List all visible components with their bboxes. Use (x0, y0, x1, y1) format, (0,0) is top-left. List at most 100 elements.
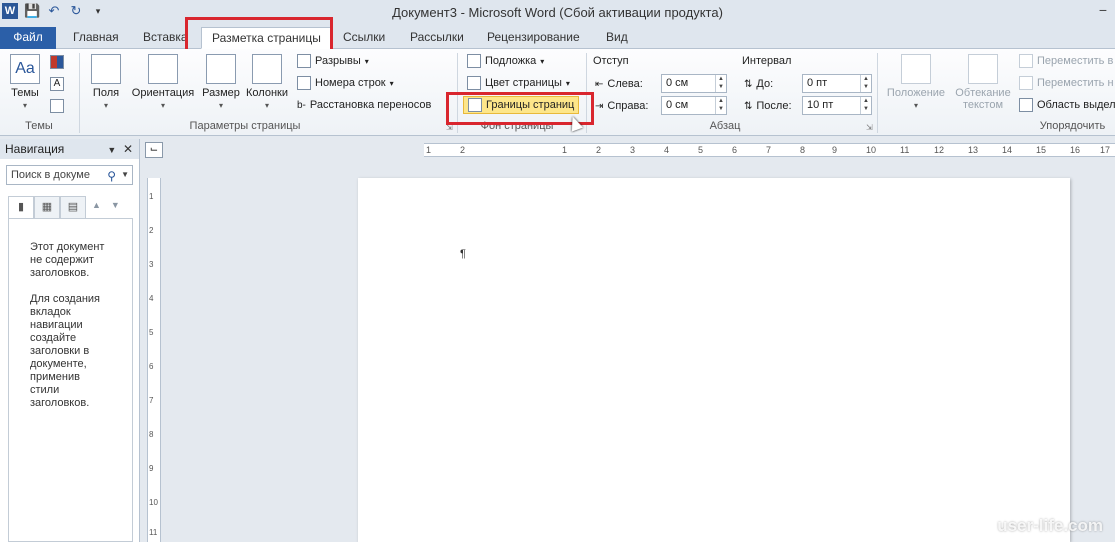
window-controls[interactable]: − (1099, 2, 1107, 18)
prev-icon[interactable]: ▲ (92, 200, 111, 210)
vertical-ruler[interactable]: 1 2 3 4 5 6 7 8 9 10 11 (147, 178, 161, 542)
navigation-pane: Навигация ▼ ✕ Поиск в докуме ⚲ ▼ ▮ ▦ ▤ ▲… (0, 139, 140, 542)
indent-left-input[interactable]: 0 см ▲ ▼ (661, 74, 727, 93)
navigation-controls[interactable]: ▼ ✕ (107, 139, 133, 160)
search-dropdown-icon[interactable]: ▼ (121, 166, 129, 184)
spin-buttons[interactable]: ▲ ▼ (860, 75, 871, 92)
headings-tab-icon[interactable]: ▮ (8, 196, 34, 218)
themes-button[interactable]: Aa Темы ▾ (6, 54, 44, 111)
theme-effects-button[interactable] (50, 97, 64, 115)
watermark-icon (467, 54, 481, 68)
spacing-before-label: ⇅ До: (744, 78, 774, 90)
spin-buttons[interactable]: ▲ ▼ (715, 97, 726, 114)
ruler-tick: 11 (149, 528, 158, 537)
tab-insert[interactable]: Вставка (143, 28, 188, 48)
theme-fonts-button[interactable]: A (50, 75, 64, 93)
indent-left-label: ⇤ Слева: (595, 78, 643, 90)
ruler-tick: 5 (149, 328, 154, 337)
themes-label: Темы (11, 87, 39, 99)
horizontal-ruler[interactable]: 1 2 1 2 3 4 5 6 7 8 9 10 11 12 13 14 15 … (424, 143, 1115, 157)
position-button[interactable]: Положение ▾ (883, 54, 949, 111)
tab-file[interactable]: Файл (0, 27, 56, 49)
ruler-tick: 2 (596, 145, 602, 155)
ruler-tick: 6 (732, 145, 738, 155)
wrap-text-icon (968, 54, 998, 84)
margins-label: Поля (92, 87, 120, 99)
ruler-tick: 11 (900, 145, 910, 155)
spin-buttons[interactable]: ▲ ▼ (860, 97, 871, 114)
ruler-tick: 16 (1070, 145, 1081, 155)
breaks-button[interactable]: Разрывы ▾ (297, 52, 369, 70)
create-headings-hint: Для создания вкладок навигации создайте … (30, 293, 101, 409)
spacing-after-icon: ⇅ (744, 100, 753, 112)
breaks-icon (297, 54, 311, 68)
tab-review[interactable]: Рецензирование (487, 28, 580, 48)
ruler-tick: 13 (968, 145, 979, 155)
size-label: Размер (202, 87, 240, 99)
breaks-label: Разрывы (315, 55, 361, 67)
ruler-tick: 5 (698, 145, 704, 155)
columns-button[interactable]: Колонки ▾ (243, 54, 291, 111)
indent-heading: Отступ (593, 55, 629, 67)
spin-buttons[interactable]: ▲ ▼ (715, 75, 726, 92)
orientation-label: Ориентация (131, 87, 195, 99)
ruler-tick: 9 (149, 464, 154, 473)
search-icon[interactable]: ⚲ (107, 167, 116, 185)
ruler-tick: 9 (832, 145, 838, 155)
ruler-tick: 1 (426, 145, 432, 155)
ruler-tick: 7 (766, 145, 772, 155)
tab-home[interactable]: Главная (73, 28, 119, 48)
watermark-label: Подложка (485, 55, 537, 67)
indent-right-label: ⇥ Справа: (595, 100, 649, 112)
selection-pane-button[interactable]: Область выдел (1019, 96, 1115, 114)
line-numbers-icon (297, 76, 311, 90)
ruler-tick: 8 (149, 430, 154, 439)
theme-colors-button[interactable] (50, 53, 64, 71)
tab-selector[interactable]: ⌙ (145, 142, 163, 158)
tab-mailings[interactable]: Рассылки (410, 28, 464, 48)
watermark-button[interactable]: Подложка ▾ (467, 52, 544, 70)
bring-forward-button[interactable]: Переместить в (1019, 52, 1113, 70)
size-icon (206, 54, 236, 84)
ruler-tick: 2 (149, 226, 154, 235)
orientation-button[interactable]: Ориентация ▾ (127, 54, 199, 111)
document-page[interactable]: ¶ (358, 178, 1070, 542)
navigation-header: Навигация ▼ ✕ (0, 139, 139, 159)
ruler-tick: 7 (149, 396, 154, 405)
send-backward-button[interactable]: Переместить н (1019, 74, 1114, 92)
fonts-icon: A (50, 77, 64, 91)
navigation-content: Этот документ не содержит заголовков. Дл… (8, 218, 133, 542)
line-numbers-button[interactable]: Номера строк ▾ (297, 74, 394, 92)
ruler-tick: 6 (149, 362, 154, 371)
ruler-tick: 12 (934, 145, 945, 155)
margins-button[interactable]: Поля ▾ (88, 54, 124, 111)
navigation-arrows[interactable]: ▲▼ (92, 200, 130, 210)
close-icon[interactable]: ✕ (123, 142, 133, 156)
spacing-after-input[interactable]: 10 пт ▲ ▼ (802, 96, 872, 115)
wrap-text-button[interactable]: Обтекание текстом (950, 54, 1016, 111)
ruler-tick: 1 (562, 145, 568, 155)
spacing-before-input[interactable]: 0 пт ▲ ▼ (802, 74, 872, 93)
hyphenation-button[interactable]: b‐ Расстановка переносов (297, 96, 431, 114)
group-label-arrange: Упорядочить (1039, 120, 1106, 132)
paragraph-dialog-launcher[interactable]: ⇲ (866, 123, 873, 132)
tab-references[interactable]: Ссылки (343, 28, 385, 48)
page-color-button[interactable]: Цвет страницы ▾ (467, 74, 570, 92)
hyphenation-icon: b‐ (297, 99, 306, 111)
ruler-tick: 2 (460, 145, 466, 155)
ruler-tick: 10 (149, 498, 158, 507)
indent-right-input[interactable]: 0 см ▲ ▼ (661, 96, 727, 115)
next-icon[interactable]: ▼ (111, 200, 130, 210)
pages-tab-icon[interactable]: ▦ (34, 196, 60, 218)
navigation-search-input[interactable]: Поиск в докуме ⚲ ▼ (6, 165, 133, 185)
chevron-down-icon[interactable]: ▼ (107, 145, 116, 155)
themes-icon: Aa (10, 54, 40, 84)
group-label-page-setup: Параметры страницы (189, 120, 301, 132)
ruler-tick: 1 (149, 192, 154, 201)
results-tab-icon[interactable]: ▤ (60, 196, 86, 218)
page-color-label: Цвет страницы (485, 77, 562, 89)
size-button[interactable]: Размер ▾ (200, 54, 242, 111)
colors-icon (50, 55, 64, 69)
site-watermark: user-life.com (997, 516, 1103, 535)
tab-view[interactable]: Вид (606, 28, 628, 48)
